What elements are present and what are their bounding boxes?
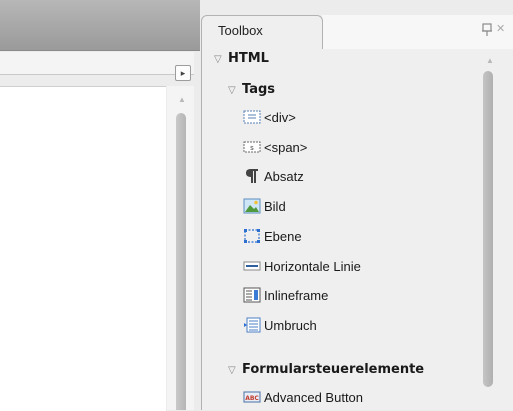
toolbox-item-label: Horizontale Linie xyxy=(264,259,361,274)
document-scroll-thumb[interactable] xyxy=(176,113,186,410)
document-scroll-right-button[interactable]: ▸ xyxy=(175,65,191,81)
toolbox-item-inlineframe[interactable]: Inlineframe xyxy=(243,286,328,306)
toolbox-item-ebene[interactable]: Ebene xyxy=(243,227,302,247)
toolbox-item-absatz[interactable]: Absatz xyxy=(243,167,304,187)
document-tab-bar xyxy=(0,52,194,75)
editor-header-bar xyxy=(0,0,200,51)
horizontal-rule-icon xyxy=(243,261,261,271)
line-break-icon xyxy=(244,317,261,333)
iframe-icon xyxy=(243,287,261,303)
category-formularsteuerelemente-label: Formularsteuerelemente xyxy=(242,362,425,377)
toolbox-scroll-up-arrow[interactable]: ▲ xyxy=(486,56,494,65)
chevron-down-icon: ▽ xyxy=(228,365,236,376)
svg-text:ABC: ABC xyxy=(245,395,259,402)
svg-text:s: s xyxy=(250,144,254,152)
image-icon xyxy=(243,198,261,214)
toolbox-item-advanced-button[interactable]: ABC Advanced Button xyxy=(243,388,363,408)
toolbox-item-label: Inlineframe xyxy=(264,288,329,303)
div-icon xyxy=(243,110,261,124)
toolbox-item-umbruch[interactable]: Umbruch xyxy=(243,316,317,336)
pin-icon[interactable] xyxy=(480,23,494,37)
toolbox-title: Toolbox xyxy=(218,23,263,38)
close-icon[interactable]: ✕ xyxy=(496,22,505,35)
category-html[interactable]: ▽ HTML xyxy=(214,48,269,68)
toolbox-scroll-thumb[interactable] xyxy=(483,71,493,387)
category-formularsteuerelemente[interactable]: ▽ Formularsteuerelemente xyxy=(228,359,424,379)
toolbox-item-span[interactable]: s <span> xyxy=(243,138,307,158)
toolbox-item-horizontale-linie[interactable]: Horizontale Linie xyxy=(243,257,361,277)
toolbox-item-label: <div> xyxy=(264,110,296,125)
toolbox-item-div[interactable]: <div> xyxy=(243,108,296,128)
toolbox-item-label: Absatz xyxy=(264,169,304,184)
toolbox-item-label: Advanced Button xyxy=(264,390,364,405)
category-tags-label: Tags xyxy=(242,82,276,97)
document-editor-area[interactable] xyxy=(0,86,166,411)
layer-icon xyxy=(244,229,260,243)
toolbox-item-label: Ebene xyxy=(264,229,302,244)
chevron-down-icon: ▽ xyxy=(214,54,222,65)
toolbox-item-label: <span> xyxy=(264,140,308,155)
paragraph-icon xyxy=(246,169,258,183)
toolbox-item-bild[interactable]: Bild xyxy=(243,197,286,217)
category-tags[interactable]: ▽ Tags xyxy=(228,79,275,99)
button-icon: ABC xyxy=(243,391,261,403)
toolbox-item-label: Bild xyxy=(264,199,286,214)
span-icon: s xyxy=(243,141,261,153)
chevron-down-icon: ▽ xyxy=(228,85,236,96)
toolbox-item-label: Umbruch xyxy=(264,318,317,333)
category-html-label: HTML xyxy=(228,51,269,66)
document-scroll-up-arrow[interactable]: ▲ xyxy=(178,95,186,104)
